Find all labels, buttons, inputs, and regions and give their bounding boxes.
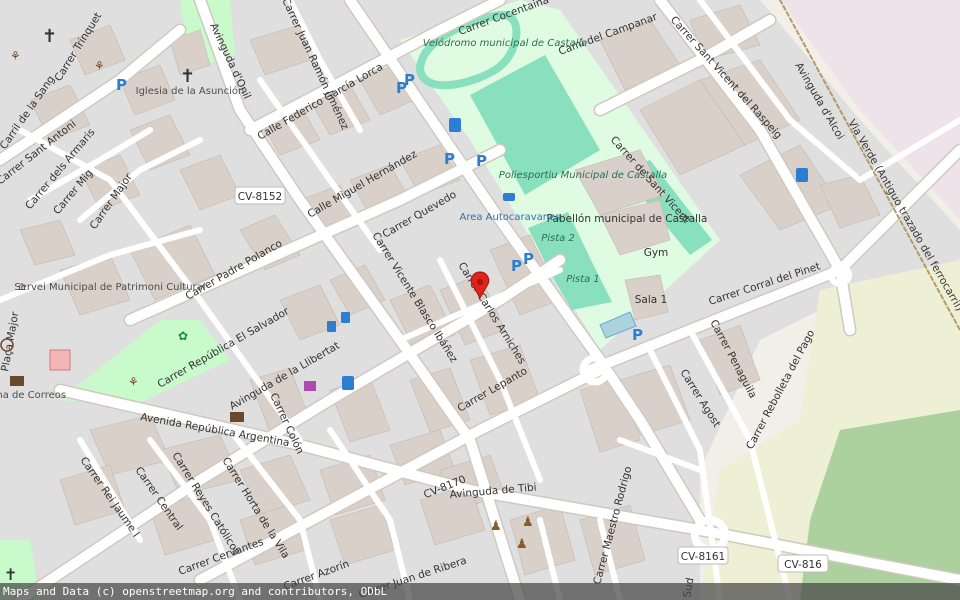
svg-text:CV-8161: CV-8161 — [681, 551, 725, 563]
parking-icon: P — [523, 250, 534, 268]
parking-icon: P — [404, 71, 415, 89]
svg-text:Pabellón municipal de Castalla: Pabellón municipal de Castalla — [547, 213, 708, 225]
svg-text:Poliesportiu Municipal de Cast: Poliesportiu Municipal de Castalla — [499, 170, 667, 181]
church-icon: ✝ — [180, 66, 195, 87]
svg-text:Pista 1: Pista 1 — [566, 274, 600, 285]
parking-icon: P — [476, 152, 487, 170]
parking-icon: P — [632, 326, 643, 344]
museum-icon — [49, 349, 71, 371]
map-view[interactable]: CV-8152 CV-8170 CV-8161 CV-816 Carrer Co… — [0, 0, 960, 600]
bus-stop-icon — [341, 312, 350, 323]
svg-text:CV-816: CV-816 — [784, 559, 822, 571]
church-icon: ✝ — [42, 26, 57, 47]
church-icon: ✝ — [4, 565, 17, 584]
svg-text:Velódromo municipal de Castall: Velódromo municipal de Castalla — [423, 37, 588, 49]
parking-icon: P — [444, 150, 455, 168]
svg-text:CV-8152: CV-8152 — [238, 191, 282, 203]
drinking-water-icon: ♟ — [516, 537, 528, 552]
bus-stop-icon — [327, 321, 336, 332]
svg-text:Gym: Gym — [644, 247, 669, 259]
drinking-water-icon: ⚘ — [94, 59, 105, 73]
shop-icon — [304, 381, 316, 391]
drinking-water-icon: ♟ — [522, 515, 534, 530]
drinking-water-icon: ⚘ — [128, 375, 139, 389]
drinking-water-icon: ♟ — [490, 519, 502, 534]
charging-station-icon — [342, 376, 354, 390]
parking-icon: P — [116, 76, 127, 94]
post-office-icon — [10, 376, 24, 386]
svg-text:Oficina de Correos: Oficina de Correos — [0, 390, 66, 401]
parking-icon: P — [511, 257, 522, 275]
fuel-icon — [449, 118, 461, 132]
fuel-icon — [796, 168, 808, 182]
drinking-water-icon: ⚘ — [10, 49, 21, 63]
bank-icon — [230, 412, 244, 422]
svg-text:Area Autocaravanes: Area Autocaravanes — [459, 212, 560, 223]
svg-text:Servei Municipal de Patrimoni: Servei Municipal de Patrimoni Cultural — [14, 282, 205, 293]
svg-text:Sala 1: Sala 1 — [635, 294, 667, 306]
museum-icon: ⌂ — [18, 279, 26, 293]
svg-text:Pista 2: Pista 2 — [541, 233, 575, 244]
playground-icon: ✿ — [178, 329, 188, 343]
caravan-icon — [503, 193, 515, 201]
map-canvas[interactable]: CV-8152 CV-8170 CV-8161 CV-816 Carrer Co… — [0, 0, 960, 600]
map-attribution: Maps and Data (c) openstreetmap.org and … — [0, 583, 960, 600]
